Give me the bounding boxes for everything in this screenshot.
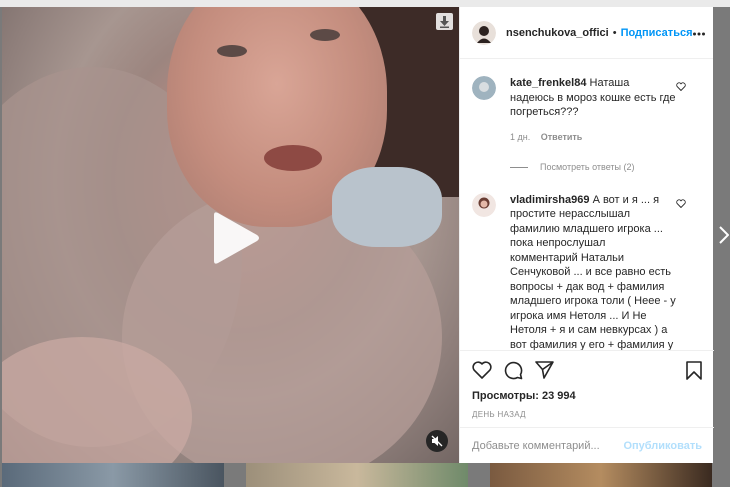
grid-thumbnail[interactable] bbox=[2, 463, 224, 487]
page-top-strip bbox=[0, 0, 730, 7]
scarf-region bbox=[332, 167, 442, 247]
action-icons-row bbox=[472, 359, 702, 381]
comment-body: kate_frenkel84 Наташа надеюсь в мороз ко… bbox=[510, 76, 676, 144]
view-count[interactable]: Просмотры: 23 994 bbox=[472, 390, 702, 402]
post-actions: Просмотры: 23 994 ДЕНЬ НАЗАД bbox=[460, 350, 714, 434]
comment-item: kate_frenkel84 Наташа надеюсь в мороз ко… bbox=[472, 76, 702, 144]
commenter-avatar-image bbox=[472, 76, 496, 100]
eye-right bbox=[310, 29, 340, 41]
save-button[interactable] bbox=[686, 360, 702, 380]
comment-text-block: vladimirsha969 А вот и я ... я простите … bbox=[510, 193, 676, 351]
commenter-avatar-image bbox=[472, 192, 496, 217]
play-button[interactable] bbox=[208, 211, 260, 265]
commenter-avatar[interactable] bbox=[472, 192, 496, 217]
replies-line-divider bbox=[510, 166, 528, 168]
comment-text-block: kate_frenkel84 Наташа надеюсь в мороз ко… bbox=[510, 76, 676, 120]
comment-like-button[interactable] bbox=[676, 81, 686, 96]
comment-like-button[interactable] bbox=[676, 198, 686, 213]
comment-composer: Опубликовать bbox=[460, 427, 714, 463]
comment-meta: 1 дн. Ответить bbox=[510, 130, 676, 145]
post-modal: nsenchukova_offici • Подписаться kate_fr… bbox=[2, 7, 714, 463]
post-sidebar: nsenchukova_offici • Подписаться kate_fr… bbox=[459, 7, 714, 463]
download-icon bbox=[440, 15, 449, 28]
comment-time[interactable]: 1 дн. bbox=[510, 132, 530, 142]
comment-username[interactable]: vladimirsha969 bbox=[510, 194, 590, 206]
more-horizontal-icon bbox=[692, 32, 705, 35]
paper-plane-icon bbox=[535, 361, 554, 379]
comments-list[interactable]: kate_frenkel84 Наташа надеюсь в мороз ко… bbox=[460, 60, 714, 350]
video-player[interactable] bbox=[2, 7, 459, 463]
grid-thumbnail[interactable] bbox=[246, 463, 468, 487]
view-replies-label: Посмотреть ответы (2) bbox=[540, 162, 635, 172]
comment-username[interactable]: kate_frenkel84 bbox=[510, 77, 586, 89]
download-button[interactable] bbox=[436, 13, 453, 30]
grid-thumbnails-row bbox=[0, 463, 730, 487]
header-separator: • bbox=[612, 26, 617, 39]
like-button[interactable] bbox=[472, 361, 492, 379]
heart-icon bbox=[676, 198, 686, 208]
play-icon bbox=[214, 212, 259, 264]
heart-icon bbox=[676, 82, 686, 92]
muted-speaker-icon bbox=[431, 435, 443, 447]
comment-button[interactable] bbox=[504, 361, 523, 380]
comment-item: vladimirsha969 А вот и я ... я простите … bbox=[472, 192, 702, 351]
publish-button[interactable]: Опубликовать bbox=[623, 440, 702, 452]
mouth-region bbox=[264, 145, 322, 171]
chevron-right-icon bbox=[719, 226, 730, 244]
commenter-avatar[interactable] bbox=[472, 76, 496, 100]
view-replies-button[interactable]: Посмотреть ответы (2) bbox=[510, 160, 702, 175]
more-options-button[interactable] bbox=[692, 27, 705, 39]
grid-thumbnail[interactable] bbox=[490, 463, 712, 487]
comment-icon bbox=[504, 361, 523, 379]
follow-button[interactable]: Подписаться bbox=[621, 27, 693, 39]
bookmark-icon bbox=[686, 360, 702, 380]
comment-text: А вот и я ... я простите нерасслышал фам… bbox=[510, 193, 676, 351]
comment-input[interactable] bbox=[472, 439, 624, 452]
share-button[interactable] bbox=[535, 361, 554, 379]
author-avatar-image bbox=[472, 20, 496, 45]
comment-body: vladimirsha969 А вот и я ... я простите … bbox=[510, 193, 676, 351]
next-post-button[interactable] bbox=[719, 226, 730, 249]
eye-left bbox=[217, 45, 247, 57]
author-username[interactable]: nsenchukova_offici bbox=[506, 27, 609, 39]
post-date[interactable]: ДЕНЬ НАЗАД bbox=[472, 410, 702, 419]
post-header: nsenchukova_offici • Подписаться bbox=[460, 7, 713, 59]
mute-toggle-button[interactable] bbox=[426, 430, 448, 452]
author-avatar[interactable] bbox=[472, 20, 496, 45]
reply-button[interactable]: Ответить bbox=[541, 132, 583, 142]
heart-icon bbox=[472, 361, 492, 379]
